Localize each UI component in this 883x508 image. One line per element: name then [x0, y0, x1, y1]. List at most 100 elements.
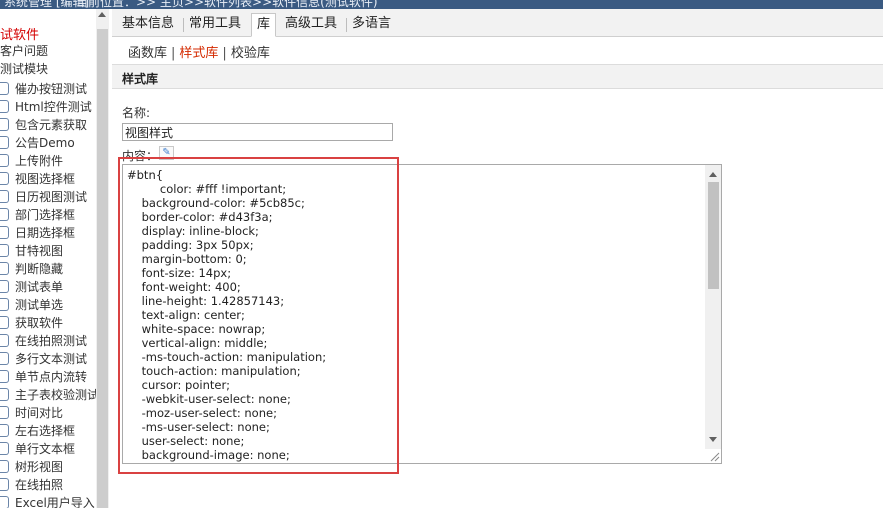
tree-item[interactable]: 催办按钮测试 [0, 79, 96, 97]
code-line: border-color: #d43f3a; [127, 210, 273, 224]
code-line: white-space: nowrap; [127, 322, 266, 336]
tree-item[interactable]: 多行文本测试 [0, 349, 96, 367]
code-line: margin-bottom: 0; [127, 252, 247, 266]
tree-item[interactable]: 在线拍照测试 [0, 331, 96, 349]
tree-item-label: 上传附件 [15, 153, 64, 168]
resize-grip-icon[interactable] [708, 450, 720, 462]
subtab-validation-library[interactable]: 校验库 [231, 46, 270, 61]
code-line: text-align: center; [127, 308, 245, 322]
name-input[interactable] [122, 123, 393, 141]
tree-item-label: 测试表单 [15, 279, 64, 294]
tree-item[interactable]: 左右选择框 [0, 421, 96, 439]
scroll-down-arrow-icon[interactable] [709, 437, 717, 442]
tree-item[interactable]: 日历视图测试 [0, 187, 96, 205]
code-line: vertical-align: middle; [127, 336, 268, 350]
scroll-up-arrow-icon[interactable] [709, 172, 717, 177]
tree-item-label: 时间对比 [15, 405, 64, 420]
code-line: -webkit-user-select: none; [127, 392, 291, 406]
editor-scroll-thumb[interactable] [708, 182, 719, 289]
tree-item-label: 甘特视图 [15, 243, 64, 258]
document-icon [0, 459, 9, 473]
document-icon [0, 171, 9, 185]
code-line: #btn{ [127, 168, 164, 182]
tree-item[interactable]: 时间对比 [0, 403, 96, 421]
tree-item[interactable]: 上传附件 [0, 151, 96, 169]
tree-item-label: 视图选择框 [15, 171, 76, 186]
tree-item-label: Html控件测试 [15, 99, 92, 114]
tree-item-label: 在线拍照测试 [15, 333, 88, 348]
tree-item[interactable]: 判断隐藏 [0, 259, 96, 277]
subtab-separator: | [171, 46, 176, 61]
document-icon [0, 387, 9, 401]
tree-item[interactable]: 测试单选 [0, 295, 96, 313]
tree-item[interactable]: 日期选择框 [0, 223, 96, 241]
name-label: 名称: [122, 106, 151, 120]
tree-item[interactable]: 树形视图 [0, 457, 96, 475]
tab-multilanguage[interactable]: 多语言 [347, 13, 396, 37]
sidebar-scrollbar[interactable] [96, 9, 109, 508]
code-line: cursor: pointer; [127, 378, 231, 392]
tree-item[interactable]: 包含元素获取 [0, 115, 96, 133]
tree-item[interactable]: 单行文本框 [0, 439, 96, 457]
code-line: touch-action: manipulation; [127, 364, 301, 378]
code-line: font-weight: 400; [127, 280, 241, 294]
tree-node-test-modules[interactable]: 测试模块 [0, 60, 48, 77]
document-icon [0, 225, 9, 239]
tree-item[interactable]: 公告Demo [0, 133, 96, 151]
tab-library[interactable]: 库 [251, 13, 277, 37]
tree-item[interactable]: 在线拍照 [0, 475, 96, 493]
content-editor[interactable]: #btn{ color: #fff !important; background… [122, 164, 722, 464]
scroll-up-arrow-icon[interactable] [98, 12, 106, 17]
tree-item[interactable]: Html控件测试 [0, 97, 96, 115]
tree-item-label: 日历视图测试 [15, 189, 88, 204]
tree-node-root[interactable]: 试软件 [0, 24, 39, 43]
document-icon [0, 189, 9, 203]
tab-common-tools[interactable]: 常用工具 [184, 13, 246, 37]
document-icon [0, 351, 9, 365]
tab-basic-info[interactable]: 基本信息 [117, 13, 179, 37]
code-line: line-height: 1.42857143; [127, 294, 285, 308]
sidebar-scroll-thumb[interactable] [97, 29, 108, 508]
tree-node-customer-issues[interactable]: 客户问题 [0, 42, 48, 59]
tree-item[interactable]: 视图选择框 [0, 169, 96, 187]
tree-item-label: 包含元素获取 [15, 117, 88, 132]
document-icon [0, 495, 9, 508]
document-icon [0, 279, 9, 293]
document-icon [0, 297, 9, 311]
document-icon [0, 243, 9, 257]
tree-item-label: Excel用户导入 [15, 495, 95, 508]
subtab-function-library[interactable]: 函数库 [128, 46, 167, 61]
main-content: 基本信息 常用工具 库 高级工具 多语言 函数库 | 样式库 | 校验库 样式库 名称:… [112, 9, 883, 508]
edit-icon[interactable]: ✎ [159, 146, 174, 160]
document-icon [0, 81, 9, 95]
tree-item-label: 判断隐藏 [15, 261, 64, 276]
subtab-separator: | [222, 46, 227, 61]
tree-item[interactable]: 测试表单 [0, 277, 96, 295]
tree-item-label: 在线拍照 [15, 477, 64, 492]
tree-item-label: 单行文本框 [15, 441, 76, 456]
code-line: background-color: #5cb85c; [127, 196, 305, 210]
tree-item[interactable]: Excel用户导入 [0, 493, 96, 508]
tree-item[interactable]: 主子表校验测试 [0, 385, 96, 403]
code-line: display: inline-block; [127, 224, 259, 238]
document-icon [0, 315, 9, 329]
tree-item-label: 催办按钮测试 [15, 81, 88, 96]
subtab-style-library[interactable]: 样式库 [179, 46, 218, 61]
tree-item[interactable]: 获取软件 [0, 313, 96, 331]
tree-item[interactable]: 部门选择框 [0, 205, 96, 223]
editor-scrollbar[interactable] [705, 165, 721, 449]
code-line: background-image: none; [127, 448, 290, 462]
tree-item[interactable]: 单节点内流转 [0, 367, 96, 385]
code-line: user-select: none; [127, 434, 245, 448]
content-textarea[interactable]: #btn{ color: #fff !important; background… [123, 165, 706, 463]
tree-item-label: 部门选择框 [15, 207, 76, 222]
document-icon [0, 117, 9, 131]
tree-item[interactable]: 甘特视图 [0, 241, 96, 259]
section-header: 样式库 [112, 64, 883, 89]
document-icon [0, 207, 9, 221]
document-icon [0, 135, 9, 149]
tree-item-label: 公告Demo [15, 135, 75, 150]
document-icon [0, 369, 9, 383]
code-line: -moz-user-select: none; [127, 406, 277, 420]
tab-advanced-tools[interactable]: 高级工具 [280, 13, 342, 37]
